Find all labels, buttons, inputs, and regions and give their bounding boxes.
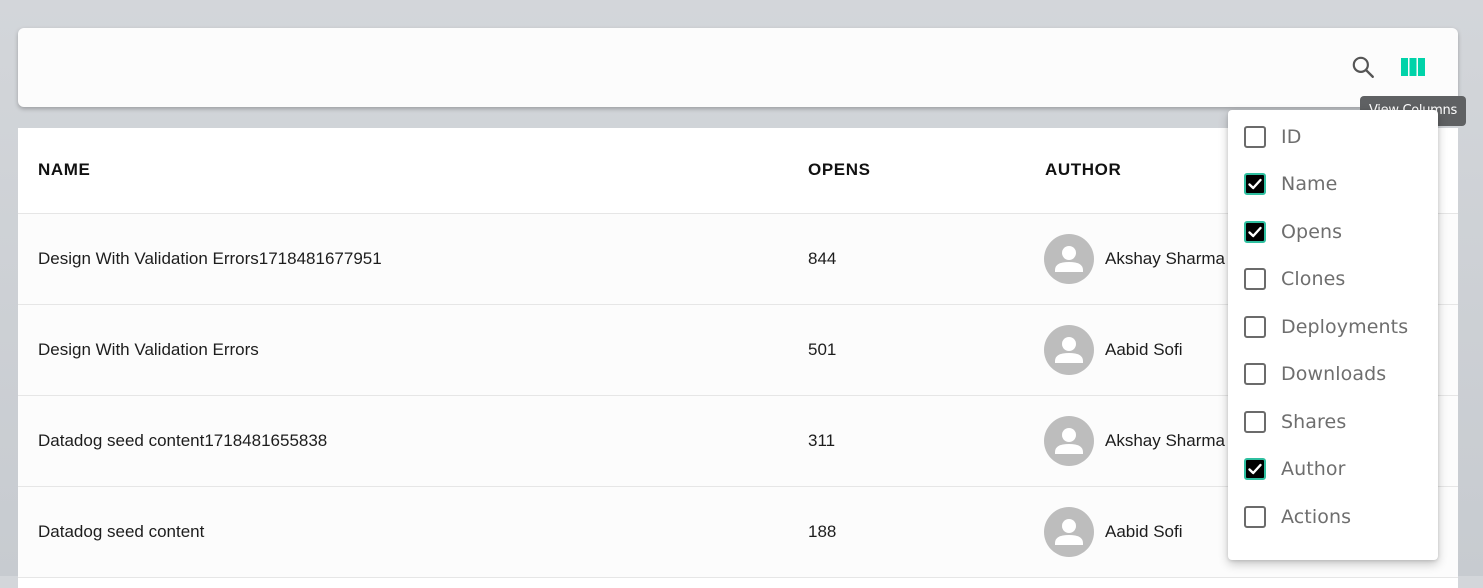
- view-columns-menu: ID Name Opens Clones Deployments Downloa…: [1228, 110, 1438, 560]
- column-option-label: Shares: [1281, 411, 1347, 433]
- cell-opens: 501: [808, 340, 837, 359]
- check-icon: [1248, 226, 1262, 238]
- view-columns-button[interactable]: [1398, 52, 1428, 82]
- cell-opens: 844: [808, 249, 837, 268]
- avatar: [1044, 416, 1094, 466]
- checkbox[interactable]: [1244, 506, 1266, 528]
- column-header-author[interactable]: AUTHOR: [1045, 160, 1121, 180]
- checkbox[interactable]: [1244, 173, 1266, 195]
- column-option-actions[interactable]: Actions: [1244, 502, 1351, 532]
- search-button[interactable]: [1348, 52, 1378, 82]
- column-option-id[interactable]: ID: [1244, 122, 1301, 152]
- column-option-author[interactable]: Author: [1244, 454, 1346, 484]
- checkbox[interactable]: [1244, 458, 1266, 480]
- avatar: [1044, 507, 1094, 557]
- cell-name: Datadog seed content1718481655838: [38, 431, 328, 450]
- person-icon: [1055, 519, 1083, 545]
- search-icon: [1352, 56, 1374, 78]
- column-option-label: Clones: [1281, 268, 1346, 290]
- cell-opens: 188: [808, 522, 837, 541]
- avatar: [1044, 234, 1094, 284]
- checkbox[interactable]: [1244, 363, 1266, 385]
- view-columns-icon: [1401, 58, 1425, 76]
- cell-opens: 311: [808, 431, 836, 450]
- cell-name: Design With Validation Errors17184816779…: [38, 249, 382, 268]
- column-option-label: Opens: [1281, 221, 1343, 243]
- checkbox[interactable]: [1244, 268, 1266, 290]
- cell-name: Datadog seed content: [38, 522, 205, 541]
- checkbox[interactable]: [1244, 221, 1266, 243]
- cell-author: Akshay Sharma: [1105, 249, 1225, 268]
- avatar: [1044, 325, 1094, 375]
- check-icon: [1248, 178, 1262, 190]
- checkbox[interactable]: [1244, 411, 1266, 433]
- column-option-shares[interactable]: Shares: [1244, 407, 1346, 437]
- column-option-label: Downloads: [1281, 363, 1387, 385]
- cell-author: Aabid Sofi: [1105, 340, 1183, 359]
- cell-author: Akshay Sharma: [1105, 431, 1225, 450]
- column-option-downloads[interactable]: Downloads: [1244, 359, 1386, 389]
- checkbox[interactable]: [1244, 316, 1266, 338]
- table-toolbar: [18, 28, 1458, 107]
- column-option-clones[interactable]: Clones: [1244, 264, 1345, 294]
- column-option-deployments[interactable]: Deployments: [1244, 312, 1408, 342]
- column-option-opens[interactable]: Opens: [1244, 217, 1342, 247]
- person-icon: [1055, 246, 1083, 272]
- cell-name: Design With Validation Errors: [38, 340, 259, 359]
- column-option-label: ID: [1281, 126, 1302, 148]
- column-header-name[interactable]: NAME: [38, 160, 90, 180]
- checkbox[interactable]: [1244, 126, 1266, 148]
- column-option-label: Name: [1281, 173, 1338, 195]
- column-option-label: Author: [1281, 458, 1346, 480]
- column-option-name[interactable]: Name: [1244, 169, 1337, 199]
- column-header-opens[interactable]: OPENS: [808, 160, 871, 180]
- column-option-label: Deployments: [1281, 316, 1409, 338]
- column-option-label: Actions: [1281, 506, 1352, 528]
- person-icon: [1055, 428, 1083, 454]
- person-icon: [1055, 337, 1083, 363]
- check-icon: [1248, 463, 1262, 475]
- cell-author: Aabid Sofi: [1105, 522, 1183, 541]
